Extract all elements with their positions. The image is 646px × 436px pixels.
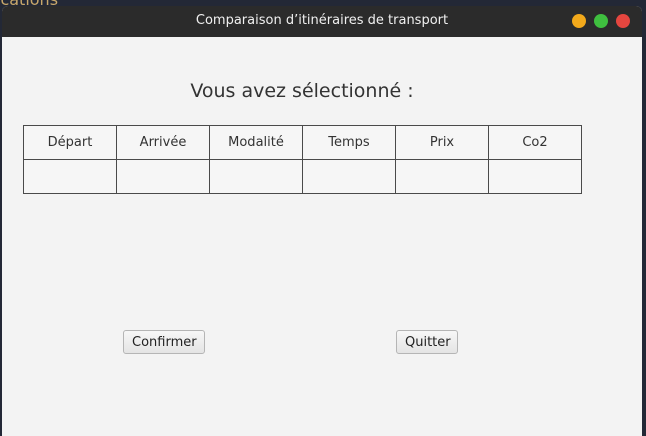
table-cell [488,159,582,194]
close-icon[interactable] [616,14,630,28]
titlebar[interactable]: Comparaison d’itinéraires de transport [2,6,642,37]
window-title: Comparaison d’itinéraires de transport [195,13,449,28]
table-cell [395,159,489,194]
table-cell [209,159,303,194]
table-cell [23,159,117,194]
confirm-button[interactable]: Confirmer [123,330,205,354]
column-header-prix: Prix [395,125,489,160]
column-header-depart: Départ [23,125,117,160]
table-cell [116,159,210,194]
table-cell [302,159,396,194]
quit-button[interactable]: Quitter [396,330,458,354]
app-window: Comparaison d’itinéraires de transport V… [2,6,642,436]
window-controls [572,14,630,28]
minimize-icon[interactable] [572,14,586,28]
column-header-arrivee: Arrivée [116,125,210,160]
table-header-row: Départ Arrivée Modalité Temps Prix Co2 [23,125,582,160]
column-header-modalite: Modalité [209,125,303,160]
selection-table: Départ Arrivée Modalité Temps Prix Co2 [23,125,582,194]
table-row [23,159,582,194]
desktop: ications Comparaison d’itinéraires de tr… [0,0,646,436]
maximize-icon[interactable] [594,14,608,28]
column-header-temps: Temps [302,125,396,160]
page-title: Vous avez sélectionné : [190,80,414,102]
column-header-co2: Co2 [488,125,582,160]
